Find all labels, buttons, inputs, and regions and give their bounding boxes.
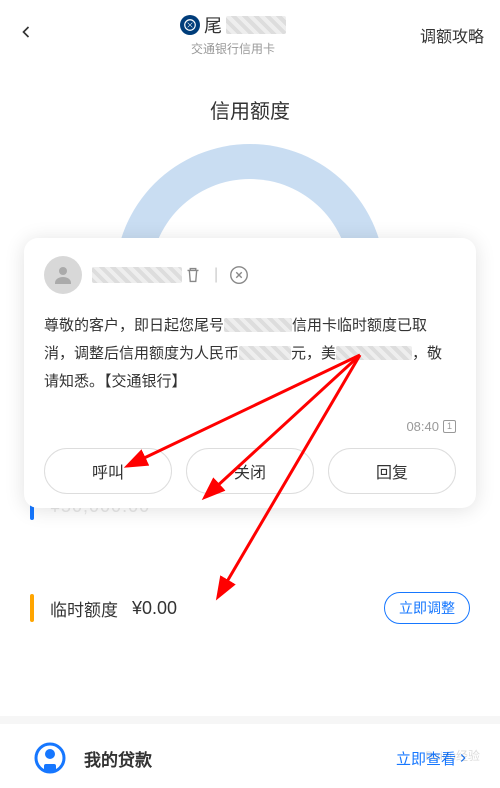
avatar-icon <box>44 256 82 294</box>
back-icon[interactable] <box>16 21 46 49</box>
sim-icon: 1 <box>443 420 456 433</box>
reply-button[interactable]: 回复 <box>328 448 456 494</box>
popup-actions: 呼叫 关闭 回复 <box>44 448 456 494</box>
loan-section: 我的贷款 立即查看 <box>0 716 500 788</box>
loan-icon <box>30 738 70 778</box>
popup-header: | <box>44 256 456 294</box>
temp-limit-value: ¥0.00 <box>132 598 384 619</box>
loan-view-link[interactable]: 立即查看 <box>396 748 470 769</box>
temp-limit-label: 临时额度 <box>50 596 118 621</box>
header-center: 尾 交通银行信用卡 <box>46 12 420 57</box>
separator: | <box>214 266 218 284</box>
popup-message: 尊敬的客户，即日起您尾号信用卡临时额度已取消，调整后信用额度为人民币元，美，敬请… <box>44 312 456 395</box>
header-title-text: 尾 <box>204 12 222 38</box>
close-icon[interactable] <box>228 264 250 286</box>
adjust-button[interactable]: 立即调整 <box>384 592 470 624</box>
temp-limit-row: 临时额度 ¥0.00 立即调整 <box>0 592 500 624</box>
popup-timestamp: 08:40 1 <box>44 419 456 434</box>
bank-logo-icon <box>180 15 200 35</box>
accent-bar-orange <box>30 594 34 622</box>
sms-popup: | 尊敬的客户，即日起您尾号信用卡临时额度已取消，调整后信用额度为人民币元，美，… <box>24 238 476 508</box>
call-button[interactable]: 呼叫 <box>44 448 172 494</box>
header-bar: 尾 交通银行信用卡 调额攻略 <box>0 0 500 65</box>
page-title: 信用额度 <box>0 95 500 124</box>
delete-icon[interactable] <box>182 264 204 286</box>
sender-redacted <box>92 267 182 283</box>
loan-title: 我的贷款 <box>84 746 396 771</box>
close-button[interactable]: 关闭 <box>186 448 314 494</box>
header-title: 尾 <box>46 12 420 38</box>
strategy-link[interactable]: 调额攻略 <box>420 23 484 47</box>
header-subtitle: 交通银行信用卡 <box>46 40 420 57</box>
